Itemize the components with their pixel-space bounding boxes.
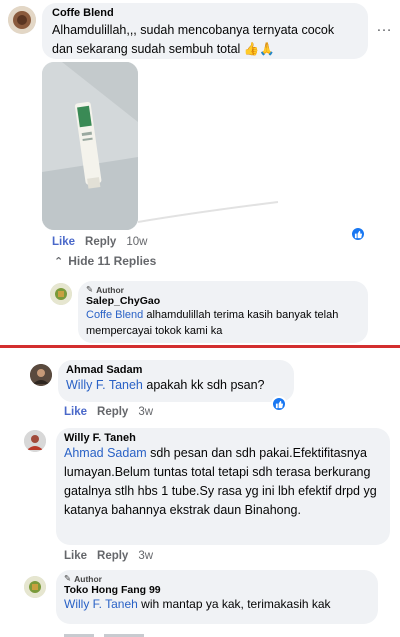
divider-line	[0, 345, 400, 348]
mention-link[interactable]: Willy F. Taneh	[64, 597, 138, 611]
author-badge-label: Author	[74, 573, 102, 584]
like-button[interactable]: Like	[64, 550, 87, 562]
comment-body: apakah kk sdh psan?	[142, 378, 265, 392]
reply-button[interactable]: Reply	[85, 236, 116, 248]
avatar[interactable]	[8, 6, 36, 34]
comment-text: Alhamdulillah,,, sudah mencobanya ternya…	[52, 23, 335, 56]
avatar[interactable]	[24, 576, 46, 598]
mention-link[interactable]: Ahmad Sadam	[64, 446, 147, 460]
reply-button[interactable]: Reply	[97, 550, 128, 562]
commenter-name[interactable]: Willy F. Taneh	[64, 432, 382, 444]
reply-bubble: ✎ Author Toko Hong Fang 99 Willy F. Tane…	[56, 570, 378, 624]
reply-bubble: ✎ Author Salep_ChyGao Coffe Blend alhamd…	[78, 281, 368, 343]
comment-text: Willy F. Taneh wih mantap ya kak, terima…	[64, 596, 370, 613]
mention-link[interactable]: Coffe Blend	[86, 309, 143, 321]
avatar[interactable]	[30, 364, 52, 386]
timestamp: 3w	[138, 550, 154, 562]
like-reaction-icon[interactable]	[350, 226, 366, 242]
clipped-actions	[64, 630, 364, 637]
attached-photo[interactable]	[42, 62, 138, 230]
timestamp: 10w	[126, 236, 148, 248]
author-badge-label: Author	[96, 284, 124, 295]
hide-replies-toggle[interactable]: ⌃ Hide 11 Replies	[54, 254, 156, 268]
comment-body: wih mantap ya kak, terimakasih kak	[137, 597, 331, 611]
pencil-icon: ✎	[64, 573, 72, 583]
like-button[interactable]: Like	[52, 236, 75, 248]
chevron-up-icon: ⌃	[54, 255, 64, 268]
mention-link[interactable]: Willy F. Taneh	[66, 378, 143, 392]
author-badge: ✎ Author	[86, 284, 360, 295]
avatar[interactable]	[24, 430, 46, 452]
like-reaction-icon[interactable]	[271, 396, 287, 412]
author-badge: ✎ Author	[64, 573, 370, 584]
comment-text: Willy F. Taneh apakah kk sdh psan?	[66, 376, 286, 395]
like-button[interactable]: Like	[64, 406, 87, 418]
comment-bubble: Coffe Blend Alhamdulillah,,, sudah menco…	[42, 3, 368, 59]
commenter-name[interactable]: Salep_ChyGao	[86, 295, 360, 307]
hide-replies-label: Hide 11 Replies	[68, 254, 157, 268]
commenter-name[interactable]: Coffe Blend	[52, 7, 358, 19]
timestamp: 3w	[138, 406, 154, 418]
comment-text: Coffe Blend alhamdulillah terima kasih b…	[86, 307, 360, 339]
comment-actions: Like Reply 10w	[52, 236, 147, 248]
comment-bubble: Ahmad Sadam Willy F. Taneh apakah kk sdh…	[58, 360, 294, 402]
comment-text: Ahmad Sadam sdh pesan dan sdh pakai.Efek…	[64, 444, 382, 520]
comment-actions: Like Reply 3w	[64, 550, 153, 562]
avatar[interactable]	[50, 283, 72, 305]
commenter-name[interactable]: Toko Hong Fang 99	[64, 584, 370, 596]
more-options-button[interactable]: …	[376, 18, 392, 36]
photo-background-right	[137, 62, 400, 230]
pencil-icon: ✎	[86, 284, 94, 294]
comment-bubble: Willy F. Taneh Ahmad Sadam sdh pesan dan…	[56, 428, 390, 545]
commenter-name[interactable]: Ahmad Sadam	[66, 364, 286, 376]
comment-actions: Like Reply 3w	[64, 406, 153, 418]
reply-button[interactable]: Reply	[97, 406, 128, 418]
